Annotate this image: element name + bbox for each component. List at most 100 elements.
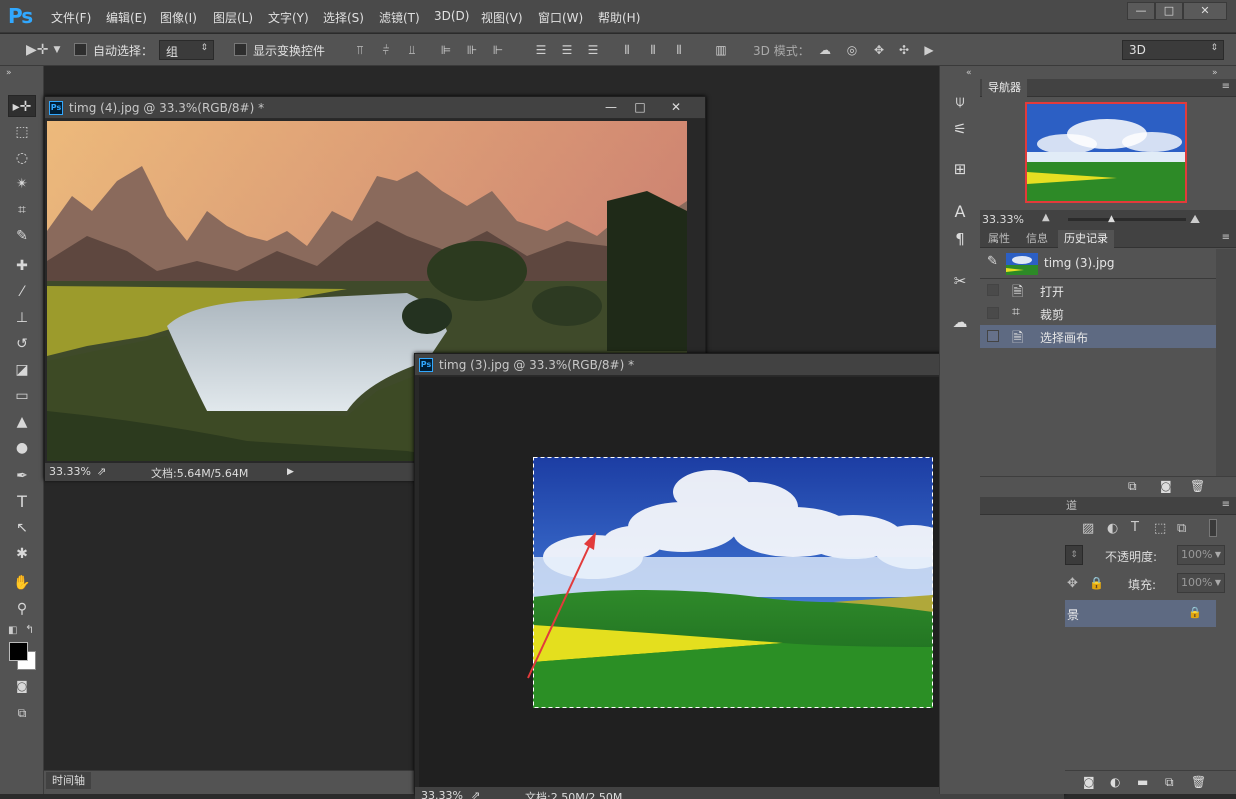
lock-all-icon[interactable]: 🔒 (1089, 576, 1104, 590)
distribute-bottom-icon[interactable]: ☰ (586, 43, 600, 57)
navigator-preview[interactable] (1025, 102, 1187, 203)
history-item-select-canvas[interactable]: 🗎 选择画布 (980, 325, 1216, 348)
history-scrollbar[interactable] (1216, 249, 1236, 479)
export-icon[interactable]: ⇗ (471, 789, 480, 799)
blend-mode-dropdown[interactable]: ⇕ (1065, 545, 1083, 565)
stamp-tool-icon[interactable]: ⊥ (8, 307, 36, 329)
move-tool-icon[interactable]: ▸✛ (8, 95, 36, 117)
tab-channels-fragment[interactable]: 道 (1064, 497, 1079, 515)
swap-colors-icon[interactable]: ↰ (25, 623, 34, 636)
tab-history[interactable]: 历史记录 (1058, 230, 1114, 248)
distribute-left-icon[interactable]: ⦀ (620, 43, 634, 57)
paragraph-panel-icon[interactable]: ¶ (949, 228, 971, 250)
tab-info[interactable]: 信息 (1020, 230, 1054, 248)
smart-object-filter-icon[interactable]: ⧉ (1177, 521, 1186, 536)
filter-toggle[interactable] (1209, 519, 1217, 537)
type-tool-icon[interactable]: T (8, 491, 36, 513)
brush-tool-icon[interactable]: ⁄ (8, 281, 36, 303)
history-source-checkbox[interactable] (987, 307, 999, 319)
tab-properties[interactable]: 属性 (982, 230, 1016, 248)
brush-presets-icon[interactable]: ⍦ (949, 90, 971, 112)
zoom-in-icon[interactable]: ⛰ (1190, 212, 1200, 227)
doc1-close-button[interactable]: ✕ (665, 100, 687, 116)
doc1-minimize-button[interactable]: — (600, 100, 622, 116)
collapse-arrows-icon[interactable]: » (1212, 68, 1218, 78)
swatches-tool-icon[interactable]: ✂ (949, 270, 971, 292)
distribute-right-icon[interactable]: ⦀ (672, 43, 686, 57)
menu-image[interactable]: 图像(I) (160, 9, 197, 26)
foreground-color-swatch[interactable] (9, 642, 28, 661)
show-transform-checkbox[interactable] (234, 43, 247, 56)
custom-shape-tool-icon[interactable]: ✱ (8, 543, 36, 565)
history-brush-source-icon[interactable]: ✎ (987, 254, 998, 269)
workspace-dropdown[interactable]: 3D ⇕ (1122, 40, 1224, 60)
path-selection-tool-icon[interactable]: ↖ (8, 517, 36, 539)
document-1-title-bar[interactable]: Ps timg (4).jpg @ 33.3%(RGB/8#) * — □ ✕ (45, 97, 705, 119)
history-source-checkbox[interactable] (987, 284, 999, 296)
new-group-icon[interactable]: ▬ (1137, 775, 1148, 789)
timeline-tab[interactable]: 时间轴 (46, 772, 91, 789)
crop-tool-icon[interactable]: ⌗ (8, 199, 36, 221)
pen-tool-icon[interactable]: ✒ (8, 465, 36, 487)
history-item-crop[interactable]: ⌗ 裁剪 (980, 302, 1216, 325)
status-menu-arrow-icon[interactable]: ▶ (287, 467, 294, 477)
screen-mode-icon[interactable]: ⧉ (8, 702, 36, 724)
adjustment-filter-icon[interactable]: ◐ (1107, 521, 1118, 536)
panel-menu-icon[interactable]: ≡ (1222, 499, 1230, 510)
eyedropper-tool-icon[interactable]: ✎ (8, 225, 36, 247)
export-icon[interactable]: ⇗ (97, 465, 106, 478)
menu-layer[interactable]: 图层(L) (213, 9, 253, 26)
distribute-top-icon[interactable]: ☰ (534, 43, 548, 57)
auto-select-dropdown[interactable]: 组 ⇕ (159, 40, 214, 60)
character-panel-icon[interactable]: A (949, 201, 971, 223)
align-top-icon[interactable]: ⫪ (353, 43, 367, 57)
history-snapshot[interactable]: ✎ timg (3).jpg (980, 249, 1216, 279)
creative-cloud-icon[interactable]: ☁ (949, 311, 971, 333)
chevron-down-icon[interactable]: ▼ (50, 43, 64, 57)
menu-3d[interactable]: 3D(D) (434, 9, 469, 23)
app-maximize-button[interactable]: □ (1155, 2, 1183, 20)
slider-thumb-icon[interactable]: ▲ (1108, 214, 1115, 224)
lasso-tool-icon[interactable]: ◌ (8, 147, 36, 169)
lock-position-icon[interactable]: ✥ (1067, 576, 1078, 591)
menu-view[interactable]: 视图(V) (481, 9, 523, 26)
default-colors-icon[interactable]: ◧ (8, 625, 17, 636)
doc1-maximize-button[interactable]: □ (629, 100, 651, 116)
clone-source-icon[interactable]: ⊞ (949, 158, 971, 180)
align-right-icon[interactable]: ⊩ (491, 43, 505, 57)
zoom-out-icon[interactable]: ▲ (1042, 212, 1050, 223)
opacity-input[interactable]: 100% ▼ (1177, 545, 1225, 565)
add-mask-icon[interactable]: ◙ (1083, 775, 1095, 789)
image-filter-icon[interactable]: ▨ (1082, 521, 1094, 536)
eraser-tool-icon[interactable]: ◪ (8, 359, 36, 381)
shape-filter-icon[interactable]: ⬚ (1154, 521, 1166, 536)
menu-edit[interactable]: 编辑(E) (106, 9, 147, 26)
zoom-tool-icon[interactable]: ⚲ (8, 598, 36, 620)
auto-select-checkbox[interactable] (74, 43, 87, 56)
adjustment-layer-icon[interactable]: ◐ (1110, 775, 1120, 789)
menu-type[interactable]: 文字(Y) (268, 9, 309, 26)
trash-icon[interactable]: 🗑 (1190, 479, 1205, 493)
menu-filter[interactable]: 滤镜(T) (379, 9, 420, 26)
tab-navigator[interactable]: 导航器 (982, 79, 1027, 97)
hand-tool-icon[interactable]: ✋ (8, 572, 36, 594)
new-document-from-state-icon[interactable]: ⧉ (1128, 479, 1137, 494)
align-horizontal-center-icon[interactable]: ⊪ (465, 43, 479, 57)
dodge-tool-icon[interactable]: ● (8, 437, 36, 459)
history-source-checkbox[interactable] (987, 330, 999, 342)
align-vertical-center-icon[interactable]: ⫩ (379, 43, 393, 57)
chevron-down-icon[interactable]: ▼ (1215, 578, 1221, 587)
distribute-center-icon[interactable]: ☰ (560, 43, 574, 57)
blur-tool-icon[interactable]: ▲ (8, 411, 36, 433)
navigator-zoom-slider[interactable] (1068, 218, 1186, 221)
3d-slide-icon[interactable]: ✣ (895, 43, 913, 57)
menu-file[interactable]: 文件(F) (51, 9, 91, 26)
quick-mask-icon[interactable]: ◙ (8, 675, 36, 697)
panel-menu-icon[interactable]: ≡ (1222, 232, 1230, 243)
3d-drag-icon[interactable]: ✥ (870, 43, 888, 57)
new-layer-icon[interactable]: ⧉ (1165, 775, 1174, 790)
3d-scale-icon[interactable]: ▶ (920, 43, 938, 57)
auto-align-icon[interactable]: ▥ (714, 43, 728, 57)
chevron-down-icon[interactable]: ▼ (1215, 550, 1221, 559)
tool-presets-icon[interactable]: ⚟ (949, 118, 971, 140)
